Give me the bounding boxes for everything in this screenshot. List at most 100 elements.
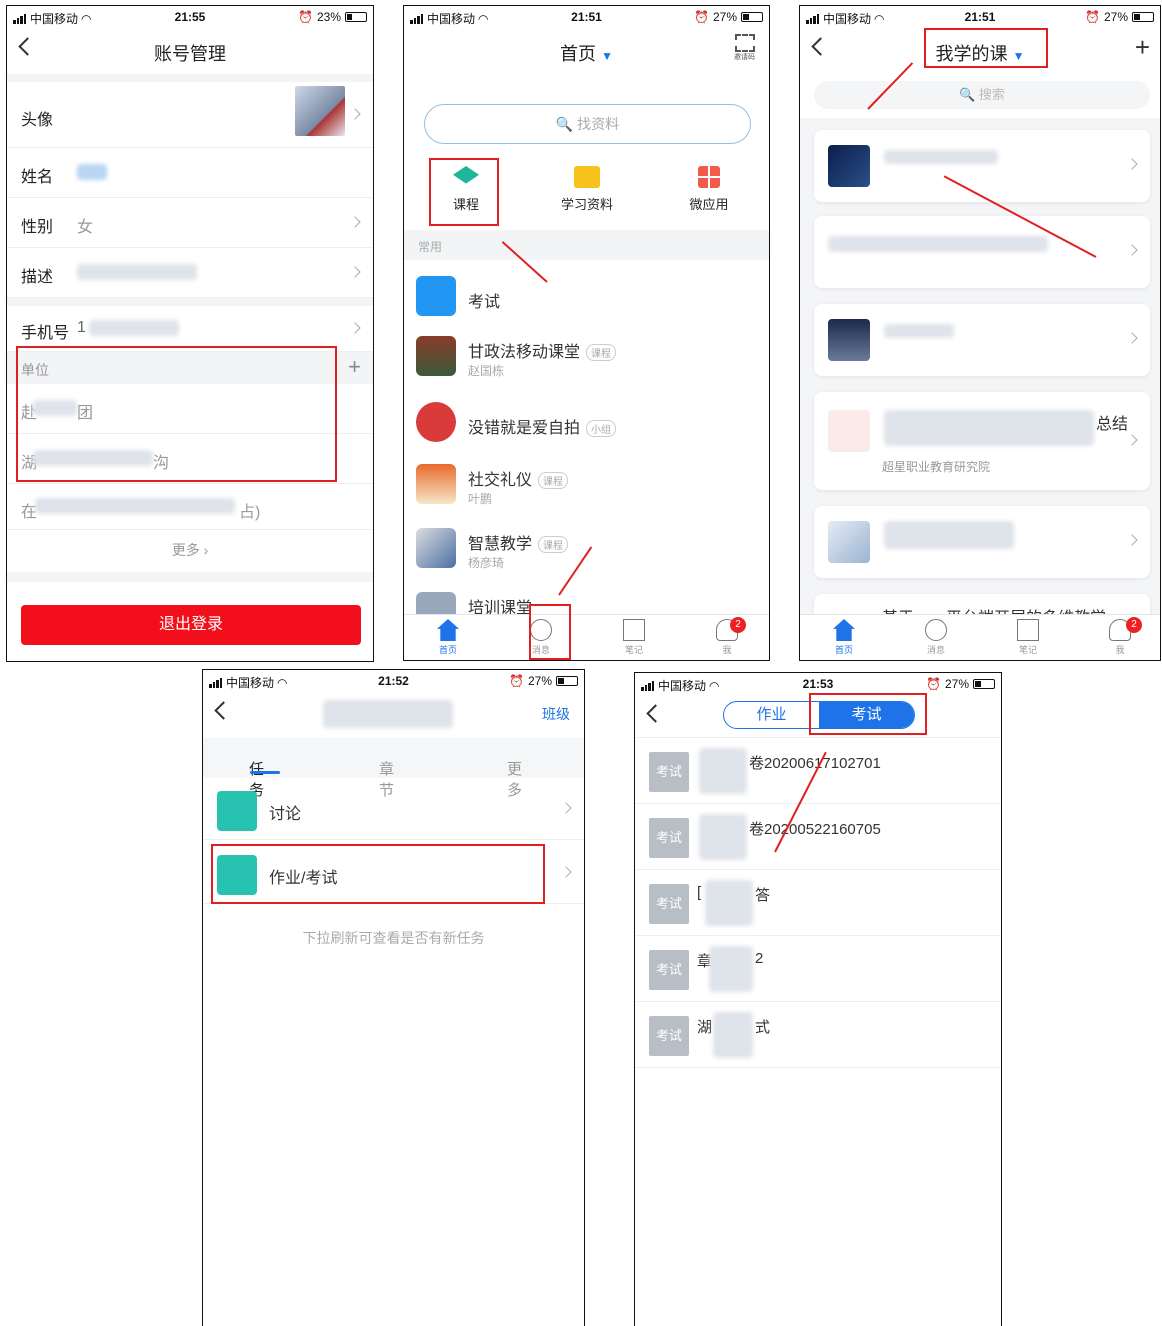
exam-icon: [416, 276, 456, 316]
chat-bubble-icon: [925, 619, 947, 641]
quick-materials-label: 学习资料: [560, 197, 613, 212]
item-name: 社交礼仪: [468, 472, 533, 489]
course-detail-screen: 中国移动 ◠ 21:52 ⏰ 27% 班级 任务 章节 更多 讨论 作业/考试 下拉…: [202, 669, 585, 1326]
exam-item[interactable]: 考试 [ 答: [635, 870, 1001, 936]
exam-title-start: [: [697, 884, 702, 901]
extra-redacted: [35, 498, 235, 514]
exam-item[interactable]: 考试 章 2: [635, 936, 1001, 1002]
list-item[interactable]: 甘政法移动课堂 课程 赵国栋: [416, 330, 769, 386]
exam-item[interactable]: 考试 卷20200522160705: [635, 804, 1001, 870]
course-card[interactable]: [814, 304, 1150, 376]
exam-title-redacted: [709, 946, 753, 992]
tab-label: 消息: [926, 645, 945, 655]
task-label: 讨论: [269, 806, 302, 823]
list-item[interactable]: 社交礼仪 课程 叶鹏: [416, 458, 769, 514]
item-name: 甘政法移动课堂: [468, 344, 581, 361]
group-avatar: [416, 402, 456, 442]
search-placeholder: 找资料: [577, 116, 620, 132]
course-card[interactable]: [814, 506, 1150, 578]
alarm-icon: ⏰: [926, 677, 941, 691]
exam-tag: 考试: [649, 950, 689, 990]
tab-bar: 首页 消息 笔记 我 2: [404, 614, 769, 660]
tab-notes[interactable]: 笔记: [604, 619, 664, 656]
annotation-box: [211, 844, 545, 904]
home-title: 首页: [560, 44, 597, 64]
divider: [7, 572, 373, 582]
battery-icon: [741, 12, 763, 22]
search-bar: 🔍 搜索: [800, 74, 1160, 118]
gender-label: 性别: [21, 219, 54, 236]
annotation-box: [16, 346, 337, 482]
annotation-box: [924, 28, 1048, 68]
scan-button[interactable]: 邀请码: [734, 34, 755, 62]
tab-home[interactable]: 首页: [814, 619, 874, 656]
add-icon[interactable]: +: [1135, 32, 1150, 63]
list-item[interactable]: 智慧教学 课程 杨彦琦: [416, 522, 769, 578]
status-bar: 中国移动 ◠ 21:52 ⏰ 27%: [203, 670, 584, 692]
search-input[interactable]: 🔍 搜索: [814, 81, 1150, 109]
tab-home[interactable]: 首页: [418, 619, 478, 656]
back-icon[interactable]: [214, 701, 233, 720]
tab-me[interactable]: 我: [697, 619, 757, 656]
class-link[interactable]: 班级: [542, 704, 570, 724]
item-tag: 小组: [586, 420, 617, 438]
exam-tag: 考试: [649, 818, 689, 858]
avatar-row[interactable]: 头像: [7, 82, 373, 148]
item-name: 没错就是爱自拍: [468, 420, 581, 437]
list-item[interactable]: 没错就是爱自拍 小组: [416, 396, 769, 452]
divider: [7, 74, 373, 82]
annotation-box: [809, 693, 927, 735]
back-icon[interactable]: [646, 704, 665, 723]
chevron-right-icon: [560, 802, 572, 814]
segment-homework[interactable]: 作业: [724, 702, 819, 728]
battery-icon: [1132, 12, 1154, 22]
exam-item[interactable]: 考试 湖 式: [635, 1002, 1001, 1068]
gender-row[interactable]: 性别 女: [7, 198, 373, 248]
quick-materials[interactable]: 学习资料: [537, 166, 637, 213]
logout-button[interactable]: 退出登录: [21, 605, 361, 645]
add-unit-icon[interactable]: +: [348, 354, 361, 380]
exam-title-end: 2: [755, 950, 764, 967]
exam-item[interactable]: 考试 卷20200617102701: [635, 738, 1001, 804]
edit-note-icon: [1017, 619, 1039, 641]
chevron-right-icon: [1126, 244, 1138, 256]
battery-percent: 23%: [316, 10, 341, 24]
item-tag: 课程: [538, 536, 569, 554]
nav-bar: 班级: [203, 692, 584, 738]
more-link[interactable]: 更多 ›: [7, 540, 373, 560]
home-screen: 中国移动 ◠ 21:51 ⏰ 27% 首页 ▼ 邀请码 🔍 找资料 课程 学习资料 …: [403, 5, 770, 661]
extra-row[interactable]: 在 占): [7, 484, 373, 530]
name-value-redacted: [77, 164, 107, 180]
chevron-right-icon: [349, 108, 361, 120]
avatar[interactable]: [295, 86, 345, 136]
status-bar: 中国移动 ◠ 21:53 ⏰ 27%: [635, 673, 1001, 695]
quick-apps[interactable]: 微应用: [659, 166, 759, 213]
status-bar: 中国移动 ◠ 21:55 ⏰ 23%: [7, 6, 373, 28]
task-item-discussion[interactable]: 讨论: [203, 778, 584, 840]
course-thumbnail: [416, 528, 456, 568]
name-row[interactable]: 姓名: [7, 148, 373, 198]
home-icon: [437, 619, 459, 641]
search-input[interactable]: 🔍 找资料: [424, 104, 751, 144]
alarm-icon: ⏰: [1085, 10, 1100, 24]
description-row[interactable]: 描述: [7, 248, 373, 298]
status-bar: 中国移动 ◠ 21:51 ⏰ 27%: [800, 6, 1160, 28]
battery-percent: 27%: [712, 10, 737, 24]
chevron-right-icon: [1126, 332, 1138, 344]
scan-label: 邀请码: [734, 54, 755, 61]
section-header: 常用: [404, 230, 769, 260]
phone-label: 手机号: [21, 325, 70, 342]
list-item[interactable]: 考试: [416, 270, 769, 326]
course-card[interactable]: 总结 超星职业教育研究院: [814, 392, 1150, 490]
more-label: 更多: [171, 542, 200, 558]
tab-messages[interactable]: 消息: [906, 619, 966, 656]
tab-bar: 首页 消息 笔记 我 2: [800, 614, 1160, 660]
active-tab-indicator: [250, 771, 280, 774]
course-card[interactable]: [814, 216, 1150, 288]
course-card[interactable]: [814, 130, 1150, 202]
name-label: 姓名: [21, 169, 54, 186]
home-icon: [833, 619, 855, 641]
tab-notes[interactable]: 笔记: [998, 619, 1058, 656]
home-title-dropdown[interactable]: 首页 ▼: [404, 40, 769, 66]
alarm-icon: ⏰: [509, 674, 524, 688]
